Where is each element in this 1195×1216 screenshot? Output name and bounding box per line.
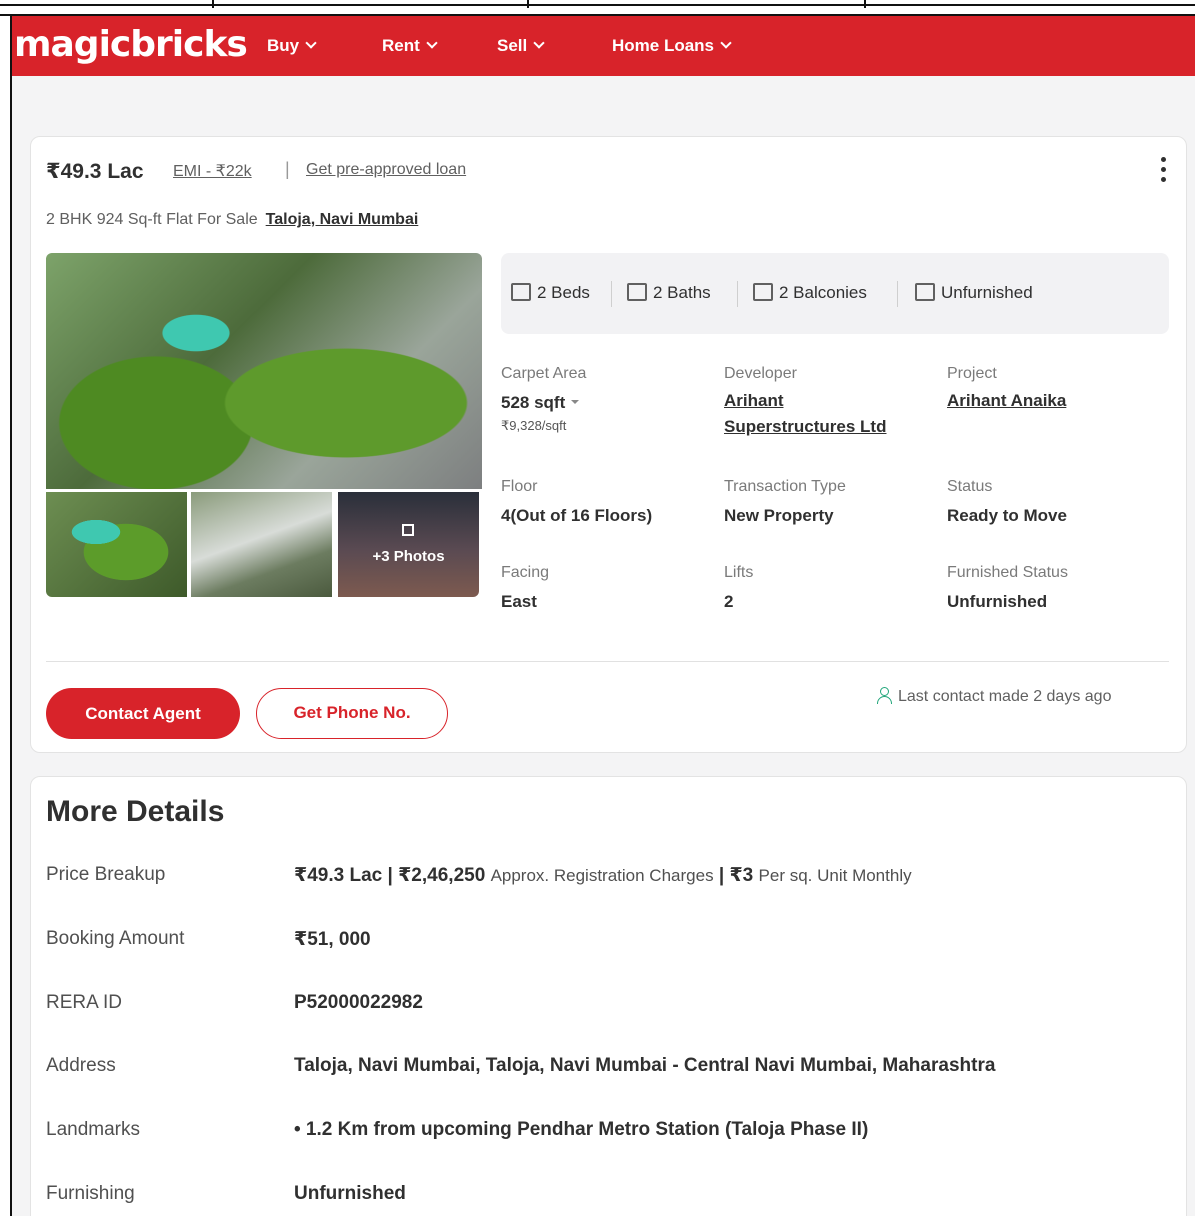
thumbnail-image-2[interactable] <box>191 492 332 597</box>
furnished-status-label: Furnished Status <box>947 564 1068 581</box>
chevron-down-icon <box>533 37 545 49</box>
landmarks-label: Landmarks <box>46 1119 140 1140</box>
furnishing-label: Furnishing <box>46 1183 135 1204</box>
chevron-down-icon <box>426 37 438 49</box>
project-label: Project <box>947 365 997 382</box>
contact-agent-button[interactable]: Contact Agent <box>46 688 240 739</box>
location-link[interactable]: Taloja, Navi Mumbai <box>266 211 419 228</box>
furnishing-info: Unfurnished <box>915 283 1033 303</box>
divider <box>897 281 898 307</box>
site-header: magicbricks Buy Rent Sell Home Loans <box>12 16 1195 76</box>
price-breakup-label: Price Breakup <box>46 864 166 885</box>
transaction-type-value: New Property <box>724 506 834 525</box>
site-logo[interactable]: magicbricks <box>14 24 248 65</box>
top-border <box>0 0 1195 16</box>
nav-home-loans[interactable]: Home Loans <box>612 36 732 56</box>
chevron-down-icon <box>720 37 732 49</box>
landmarks-value: • 1.2 Km from upcoming Pendhar Metro Sta… <box>294 1119 869 1140</box>
baths-info: 2 Baths <box>627 283 711 303</box>
chevron-down-icon <box>305 37 317 49</box>
address-label: Address <box>46 1055 116 1076</box>
caret-down-icon <box>571 400 580 404</box>
floor-label: Floor <box>501 478 538 495</box>
listing-price: ₹49.3 Lac <box>46 160 144 183</box>
nav-rent[interactable]: Rent <box>382 36 438 56</box>
more-options-icon[interactable] <box>1161 157 1167 187</box>
beds-info: 2 Beds <box>511 283 590 303</box>
thumbnail-image-1[interactable] <box>46 492 187 597</box>
divider <box>46 661 1169 662</box>
get-phone-button[interactable]: Get Phone No. <box>256 688 448 739</box>
lifts-label: Lifts <box>724 564 754 581</box>
balcony-icon <box>753 283 773 301</box>
status-label: Status <box>947 478 993 495</box>
photo-icon <box>402 524 414 536</box>
more-photos-thumbnail[interactable]: +3 Photos <box>338 492 479 597</box>
booking-amount-label: Booking Amount <box>46 928 185 949</box>
developer-label: Developer <box>724 365 797 382</box>
top-border-divider <box>212 0 214 8</box>
status-value: Ready to Move <box>947 506 1067 525</box>
nav-buy[interactable]: Buy <box>267 36 317 56</box>
transaction-type-label: Transaction Type <box>724 478 846 495</box>
last-contact-info: Last contact made 2 days ago <box>876 687 1111 706</box>
floor-value: 4(Out of 16 Floors) <box>501 506 653 525</box>
project-link[interactable]: Arihant Anaika <box>947 388 1066 414</box>
top-border-divider <box>527 0 529 8</box>
bath-icon <box>627 283 647 301</box>
rera-id-value: P52000022982 <box>294 992 423 1013</box>
main-property-image[interactable] <box>46 253 482 489</box>
price-breakup-value: ₹49.3 Lac | ₹2,46,250 Approx. Registrati… <box>294 865 912 886</box>
more-details-card: More Details Price Breakup ₹49.3 Lac | ₹… <box>30 776 1187 1216</box>
nav-sell[interactable]: Sell <box>497 36 545 56</box>
emi-link[interactable]: EMI - ₹22k <box>173 161 252 181</box>
rera-id-label: RERA ID <box>46 992 123 1013</box>
furnishing-value: Unfurnished <box>294 1183 406 1204</box>
page-frame: magicbricks Buy Rent Sell Home Loans ₹49… <box>10 16 1195 1216</box>
carpet-area-label: Carpet Area <box>501 365 587 382</box>
user-icon <box>876 687 892 704</box>
developer-link-line2[interactable]: Superstructures Ltd <box>724 414 886 440</box>
top-border-line <box>0 4 1195 6</box>
facing-label: Facing <box>501 564 550 581</box>
booking-amount-value: ₹51, 000 <box>294 929 371 950</box>
preapproved-loan-link[interactable]: Get pre-approved loan <box>306 161 466 179</box>
carpet-area-value[interactable]: 528 sqft <box>501 393 580 413</box>
address-value: Taloja, Navi Mumbai, Taloja, Navi Mumbai… <box>294 1055 996 1076</box>
listing-card: ₹49.3 Lac EMI - ₹22k | Get pre-approved … <box>30 136 1187 753</box>
more-photos-label: +3 Photos <box>372 548 445 565</box>
top-border-divider <box>864 0 866 8</box>
facing-value: East <box>501 592 537 611</box>
balconies-info: 2 Balconies <box>753 283 867 303</box>
price-per-sqft: ₹9,328/sqft <box>501 418 567 433</box>
bed-icon <box>511 283 531 301</box>
divider <box>737 281 738 307</box>
separator: | <box>285 159 290 179</box>
lifts-value: 2 <box>724 592 734 611</box>
amenity-strip: 2 Beds 2 Baths 2 Balconies Unfurnished <box>501 253 1169 334</box>
more-details-title: More Details <box>46 795 225 828</box>
furniture-icon <box>915 283 935 301</box>
developer-link-line1[interactable]: Arihant <box>724 388 784 414</box>
divider <box>611 281 612 307</box>
furnished-status-value: Unfurnished <box>947 592 1048 611</box>
listing-subtitle: 2 BHK 924 Sq-ft Flat For Sale Taloja, Nav… <box>46 211 419 228</box>
